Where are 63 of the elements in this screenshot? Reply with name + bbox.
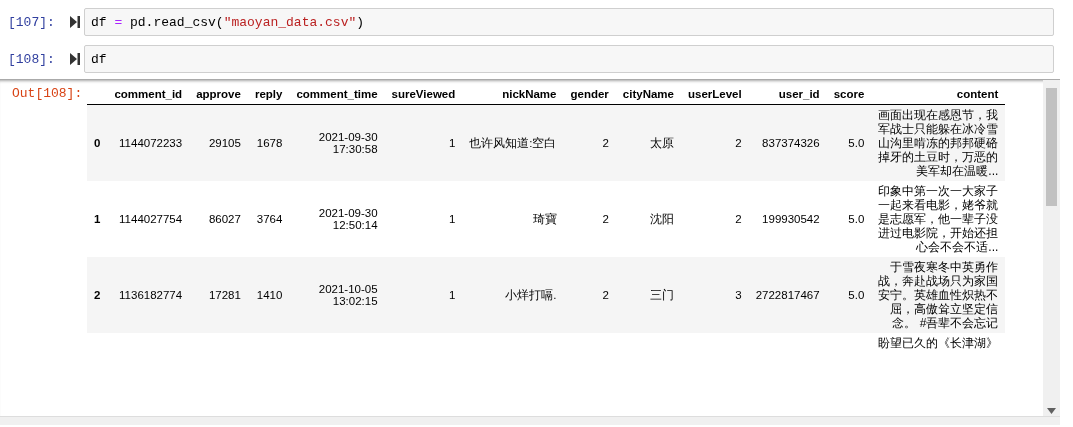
table-cell: 1 bbox=[384, 257, 463, 333]
column-header: userLevel bbox=[681, 84, 749, 105]
table-cell: 2021-09-30 17:30:58 bbox=[289, 104, 385, 181]
column-header: comment_time bbox=[289, 84, 385, 105]
table-cell: 盼望已久的《长津湖》 bbox=[871, 333, 1006, 353]
table-cell: 2 bbox=[563, 181, 616, 257]
table-cell: 1 bbox=[384, 104, 463, 181]
table-cell: 2 bbox=[563, 104, 616, 181]
table-cell: 1144027754 bbox=[107, 181, 190, 257]
code-input-field[interactable]: df bbox=[84, 45, 1054, 73]
vertical-scrollbar[interactable] bbox=[1043, 80, 1060, 416]
table-cell: 1144072233 bbox=[107, 104, 190, 181]
column-header: content bbox=[871, 84, 1006, 105]
table-cell: 1678 bbox=[247, 104, 290, 181]
column-header: score bbox=[826, 84, 872, 105]
input-prompt: [107]: bbox=[7, 14, 56, 30]
table-cell: 2 bbox=[563, 257, 616, 333]
horizontal-scrollbar[interactable] bbox=[0, 416, 1060, 425]
table-cell: 沈阳 bbox=[615, 181, 681, 257]
column-header: comment_id bbox=[107, 84, 190, 105]
table-cell: 2 bbox=[681, 181, 749, 257]
table-cell: 5.0 bbox=[826, 257, 872, 333]
column-header: sureViewed bbox=[384, 84, 463, 105]
scroll-down-arrow-icon[interactable] bbox=[1047, 408, 1056, 414]
run-cell-icon[interactable] bbox=[70, 16, 80, 28]
column-header: cityName bbox=[615, 84, 681, 105]
table-cell: 5.0 bbox=[826, 104, 872, 181]
table-cell: 也许风知道:空白 bbox=[462, 104, 564, 181]
column-header: user_id bbox=[748, 84, 827, 105]
scrollbar-thumb[interactable] bbox=[1046, 88, 1057, 206]
column-header: approve bbox=[189, 84, 248, 105]
row-index: 1 bbox=[87, 181, 108, 257]
column-header: nickName bbox=[462, 84, 564, 105]
table-cell: 2 bbox=[681, 104, 749, 181]
table-cell: 86027 bbox=[189, 181, 248, 257]
table-cell: 17281 bbox=[189, 257, 248, 333]
table-cell: 2722817467 bbox=[748, 257, 827, 333]
table-cell: 199930542 bbox=[748, 181, 827, 257]
input-prompt: [108]: bbox=[7, 51, 56, 67]
table-cell: 画面出现在感恩节，我军战士只能躲在冰冷雪山沟里啃冻的邦邦硬硌掉牙的土豆时，万恶的美军却在温暖... bbox=[871, 104, 1006, 181]
table-cell: 印象中第一次一大家子一起来看电影，姥爷就是志愿军，他一辈子没进过电影院，开始还担心会不会不适... bbox=[871, 181, 1006, 257]
table-cell: 3764 bbox=[247, 181, 290, 257]
table-cell: 琦寶 bbox=[462, 181, 564, 257]
output-prompt: Out[108]: bbox=[12, 86, 83, 101]
row-index: 2 bbox=[87, 257, 108, 333]
table-cell: 837374326 bbox=[748, 104, 827, 181]
code-input-field[interactable]: df = pd.read_csv("maoyan_data.csv") bbox=[84, 8, 1054, 36]
table-cell: 29105 bbox=[189, 104, 248, 181]
table-cell: 三门 bbox=[615, 257, 681, 333]
table-cell: 5.0 bbox=[826, 181, 872, 257]
table-cell: 2021-10-05 13:02:15 bbox=[289, 257, 385, 333]
column-header: reply bbox=[247, 84, 290, 105]
table-cell: 1136182774 bbox=[107, 257, 190, 333]
row-index: 0 bbox=[87, 104, 108, 181]
table-cell: 1 bbox=[384, 181, 463, 257]
table-cell: 小烊打嗝. bbox=[462, 257, 564, 333]
table-cell: 太原 bbox=[615, 104, 681, 181]
table-cell: 1410 bbox=[247, 257, 290, 333]
table-cell: 于雪夜寒冬中英勇作战，奔赴战场只为家国安宁。英雄血性炽热不屈，高傲耸立坚定信念。 #吾辈不会忘记 bbox=[871, 257, 1006, 333]
table-cell: 3 bbox=[681, 257, 749, 333]
run-cell-icon[interactable] bbox=[70, 53, 80, 65]
column-header: gender bbox=[563, 84, 616, 105]
table-cell: 2021-09-30 12:50:14 bbox=[289, 181, 385, 257]
